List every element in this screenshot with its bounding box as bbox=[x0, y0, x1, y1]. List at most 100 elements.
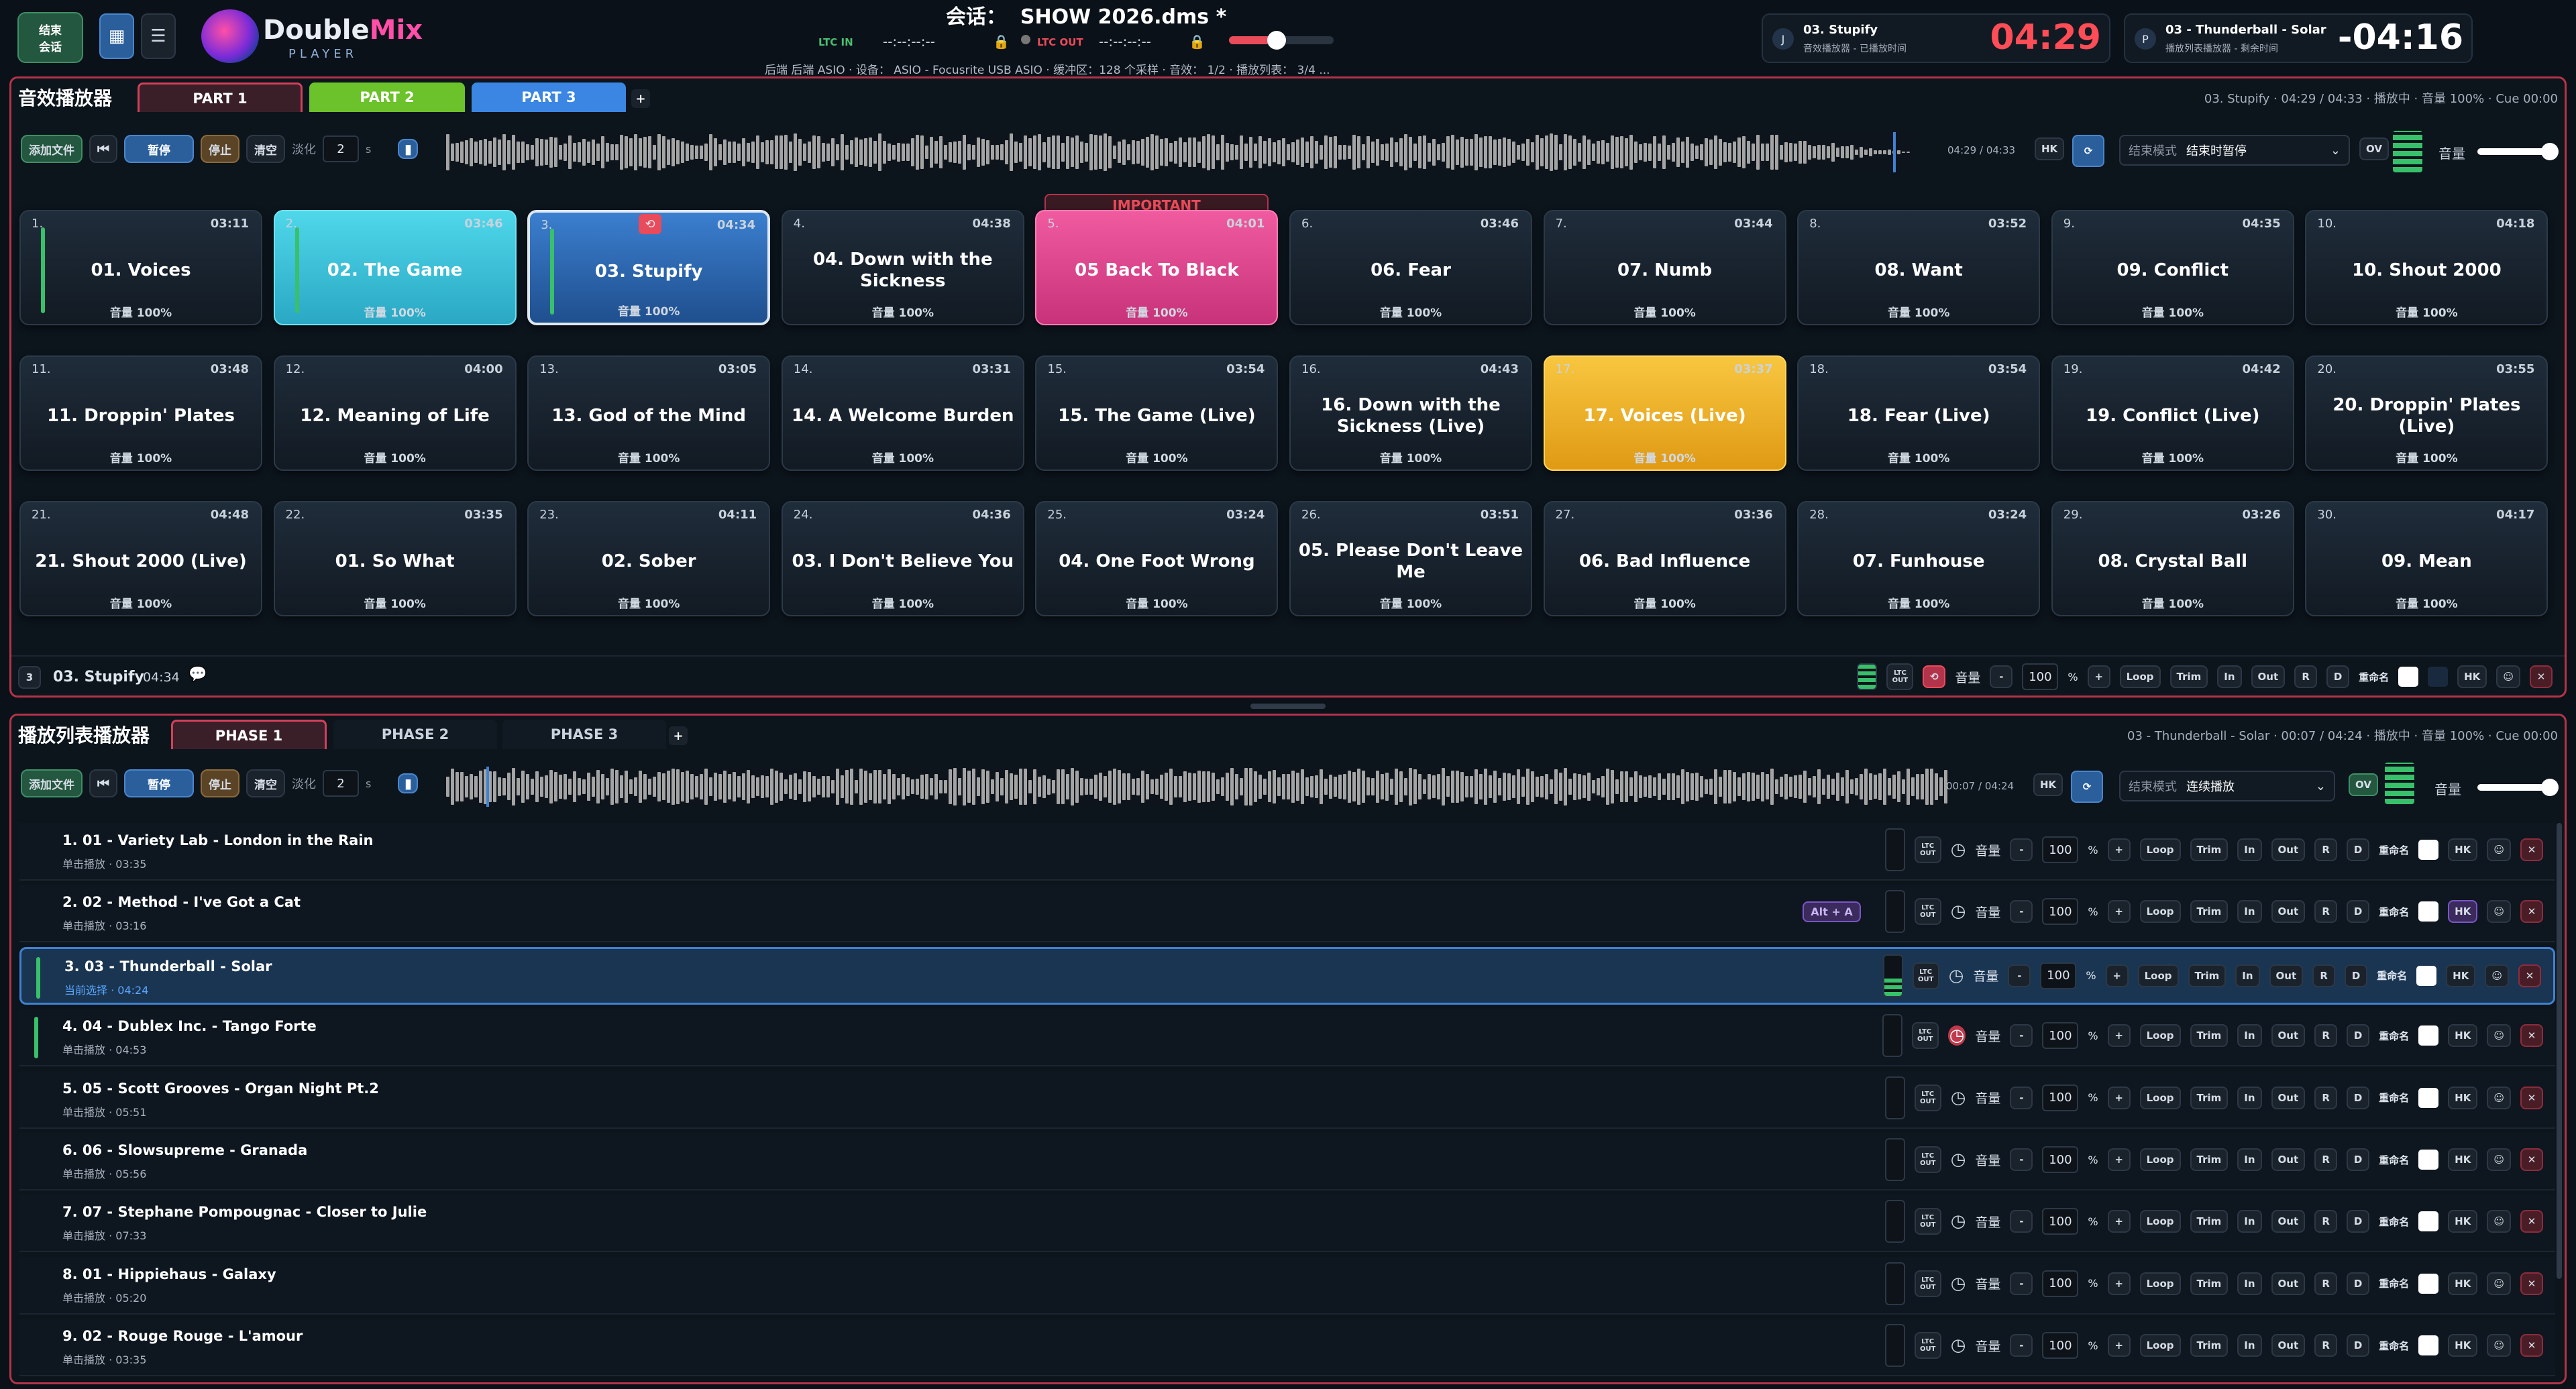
hotkey-button[interactable]: HK bbox=[2448, 1086, 2478, 1109]
rename-button[interactable]: 重命名 bbox=[2379, 1339, 2409, 1353]
volume-plus-button[interactable]: + bbox=[2107, 1210, 2131, 1233]
ov-button[interactable]: OV bbox=[2349, 773, 2378, 796]
trim-button[interactable]: Trim bbox=[2188, 964, 2226, 987]
r-button[interactable]: R bbox=[2314, 1272, 2338, 1295]
in-button[interactable]: In bbox=[2237, 900, 2262, 924]
volume-input[interactable]: 100 bbox=[2042, 1270, 2079, 1297]
playlist-volume-slider[interactable] bbox=[2477, 779, 2559, 796]
r-button[interactable]: R bbox=[2314, 838, 2338, 861]
out-button[interactable]: Out bbox=[2251, 665, 2286, 688]
pause-button[interactable]: 暂停 bbox=[124, 135, 194, 163]
skip-back-button[interactable]: ⏮ bbox=[89, 769, 117, 797]
r-button[interactable]: R bbox=[2314, 1086, 2338, 1109]
cue-pad[interactable]: 21. 04:48 21. Shout 2000 (Live) 音量 100% bbox=[19, 501, 262, 616]
out-button[interactable]: Out bbox=[2271, 1272, 2306, 1295]
clock-icon[interactable]: ◷ bbox=[1947, 1025, 1966, 1046]
emoji-button[interactable]: ☺ bbox=[2485, 964, 2509, 987]
color-swatch[interactable] bbox=[2418, 1335, 2439, 1356]
tab-part-1[interactable]: PART 1 bbox=[138, 82, 303, 112]
d-button[interactable]: D bbox=[2347, 1148, 2370, 1171]
end-session-button[interactable]: 结束 会话 bbox=[17, 12, 83, 63]
volume-plus-button[interactable]: + bbox=[2107, 1086, 2131, 1109]
sfx-waveform[interactable] bbox=[446, 132, 1915, 172]
clear-button[interactable]: 清空 bbox=[246, 135, 285, 163]
circle-toggle-button[interactable]: ⟳ bbox=[2072, 135, 2104, 167]
emoji-button[interactable]: ☺ bbox=[2487, 1148, 2511, 1171]
sfx-volume-slider[interactable] bbox=[2477, 143, 2559, 160]
out-button[interactable]: Out bbox=[2269, 964, 2304, 987]
volume-minus-button[interactable]: - bbox=[2010, 838, 2033, 861]
out-button[interactable]: Out bbox=[2271, 1086, 2306, 1109]
d-button[interactable]: D bbox=[2347, 1024, 2370, 1048]
r-button[interactable]: R bbox=[2312, 964, 2336, 987]
volume-minus-button[interactable]: - bbox=[2010, 1210, 2033, 1233]
hotkey-button[interactable]: HK bbox=[2448, 838, 2478, 861]
cue-pad[interactable]: 23. 04:11 02. Sober 音量 100% bbox=[527, 501, 771, 616]
clock-icon[interactable]: ◷ bbox=[1951, 901, 1966, 922]
hotkey-button[interactable]: HK bbox=[2448, 1024, 2478, 1048]
volume-plus-button[interactable]: + bbox=[2107, 1272, 2131, 1295]
in-button[interactable]: In bbox=[2237, 1086, 2262, 1109]
cue-pad[interactable]: 17. 03:37 17. Voices (Live) 音量 100% bbox=[1543, 355, 1786, 471]
playlist-row[interactable]: 7. 07 - Stephane Pompougnac - Closer to … bbox=[19, 1194, 2555, 1253]
hotkey-button[interactable]: HK bbox=[2446, 964, 2476, 987]
r-button[interactable]: R bbox=[2314, 1210, 2338, 1233]
add-tab-button[interactable]: + bbox=[631, 89, 650, 108]
playlist-row[interactable]: 6. 06 - Slowsupreme - Granada 单击播放 · 05:5… bbox=[19, 1133, 2555, 1190]
volume-input[interactable]: 100 bbox=[2042, 898, 2079, 926]
ltc-out-toggle[interactable]: LTC OUT bbox=[1912, 962, 1939, 989]
trim-button[interactable]: Trim bbox=[2190, 1086, 2229, 1109]
color-swatch[interactable] bbox=[2418, 840, 2439, 860]
volume-minus-button[interactable]: - bbox=[2010, 1272, 2033, 1295]
loop-button[interactable]: Loop bbox=[2139, 838, 2181, 861]
remove-track-button[interactable]: ✕ bbox=[2520, 1334, 2543, 1357]
stop-button[interactable]: 停止 bbox=[201, 135, 239, 163]
trim-button[interactable]: Trim bbox=[2190, 1334, 2229, 1357]
cue-pad[interactable]: 16. 04:43 16. Down with the Sickness (Live… bbox=[1289, 355, 1532, 471]
volume-input[interactable]: 100 bbox=[2042, 836, 2079, 863]
color-swatch[interactable] bbox=[2418, 1025, 2439, 1046]
ltc-out-toggle[interactable]: LTC OUT bbox=[1914, 1208, 1941, 1235]
ltc-out-toggle[interactable]: LTC OUT bbox=[1914, 898, 1941, 926]
d-button[interactable]: D bbox=[2345, 964, 2368, 987]
emoji-button[interactable]: ☺ bbox=[2487, 838, 2511, 861]
d-button[interactable]: D bbox=[2347, 1334, 2370, 1357]
ltc-out-toggle[interactable]: LTC OUT bbox=[1914, 1084, 1941, 1111]
d-button[interactable]: D bbox=[2347, 900, 2370, 924]
out-button[interactable]: Out bbox=[2271, 838, 2306, 861]
loop-button[interactable]: Loop bbox=[2139, 900, 2181, 924]
cue-pad[interactable]: 18. 03:54 18. Fear (Live) 音量 100% bbox=[1797, 355, 2041, 471]
cue-pad[interactable]: 4. 04:38 04. Down with the Sickness 音量 100% bbox=[781, 210, 1024, 325]
volume-minus-button[interactable]: - bbox=[2010, 1086, 2033, 1109]
emoji-button[interactable]: ☺ bbox=[2487, 1272, 2511, 1295]
remove-track-button[interactable]: ✕ bbox=[2520, 838, 2543, 861]
hotkey-button[interactable]: HK bbox=[2033, 773, 2063, 796]
out-button[interactable]: Out bbox=[2271, 1024, 2306, 1048]
out-button[interactable]: Out bbox=[2271, 1210, 2306, 1233]
loop-button[interactable]: Loop bbox=[2139, 1086, 2181, 1109]
hotkey-button[interactable]: HK bbox=[2035, 137, 2065, 160]
clock-icon[interactable]: ◷ bbox=[1951, 1088, 1966, 1108]
trim-button[interactable]: Trim bbox=[2190, 1024, 2229, 1048]
volume-plus-button[interactable]: + bbox=[2087, 665, 2110, 688]
cue-pad[interactable]: 14. 03:31 14. A Welcome Burden 音量 100% bbox=[781, 355, 1024, 471]
cue-pad[interactable]: 7. 03:44 07. Numb 音量 100% bbox=[1543, 210, 1786, 325]
playlist-waveform[interactable] bbox=[446, 767, 1949, 807]
master-volume-slider[interactable] bbox=[1229, 31, 1334, 50]
d-button[interactable]: D bbox=[2347, 1086, 2370, 1109]
emoji-button[interactable]: ☺ bbox=[2487, 1024, 2511, 1048]
comment-icon[interactable]: 💬 bbox=[189, 666, 207, 683]
clock-icon[interactable]: ◷ bbox=[1951, 1335, 1966, 1355]
clock-icon[interactable]: ◷ bbox=[1951, 1211, 1966, 1231]
ltc-out-toggle[interactable]: LTC OUT bbox=[1911, 1022, 1939, 1050]
volume-plus-button[interactable]: + bbox=[2107, 1024, 2131, 1048]
d-button[interactable]: D bbox=[2347, 838, 2370, 861]
out-button[interactable]: Out bbox=[2271, 1334, 2306, 1357]
rename-button[interactable]: 重命名 bbox=[2379, 843, 2409, 857]
volume-plus-button[interactable]: + bbox=[2107, 838, 2131, 861]
ltc-out-toggle[interactable]: LTC OUT bbox=[1914, 836, 1941, 863]
loop-indicator-button[interactable]: ⟲ bbox=[1923, 665, 1946, 688]
tab-part-3[interactable]: PART 3 bbox=[472, 82, 626, 112]
cue-pad[interactable]: 9. 04:35 09. Conflict 音量 100% bbox=[2051, 210, 2294, 325]
tab-phase-3[interactable]: PHASE 3 bbox=[502, 720, 666, 749]
